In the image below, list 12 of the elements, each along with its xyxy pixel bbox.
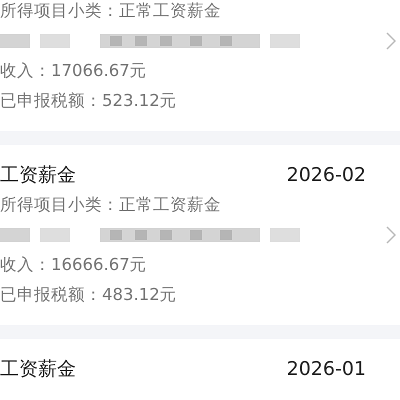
- subcategory-text: 所得项目小类：正常工资薪金: [0, 0, 221, 22]
- tax-amount-text: 已申报税额：483.12元: [0, 284, 177, 306]
- income-text: 收入：17066.67元: [0, 60, 147, 82]
- tax-amount-text: 已申报税额：523.12元: [0, 90, 177, 112]
- record-title: 工资薪金: [0, 163, 76, 188]
- chevron-right-icon[interactable]: [386, 226, 396, 244]
- subcategory-text: 所得项目小类：正常工资薪金: [0, 194, 221, 216]
- record-period: 2026-02: [286, 164, 366, 186]
- record-title: 工资薪金: [0, 357, 76, 382]
- income-text: 收入：16666.67元: [0, 254, 147, 276]
- record-period: 2026-01: [286, 358, 366, 380]
- chevron-right-icon[interactable]: [386, 32, 396, 50]
